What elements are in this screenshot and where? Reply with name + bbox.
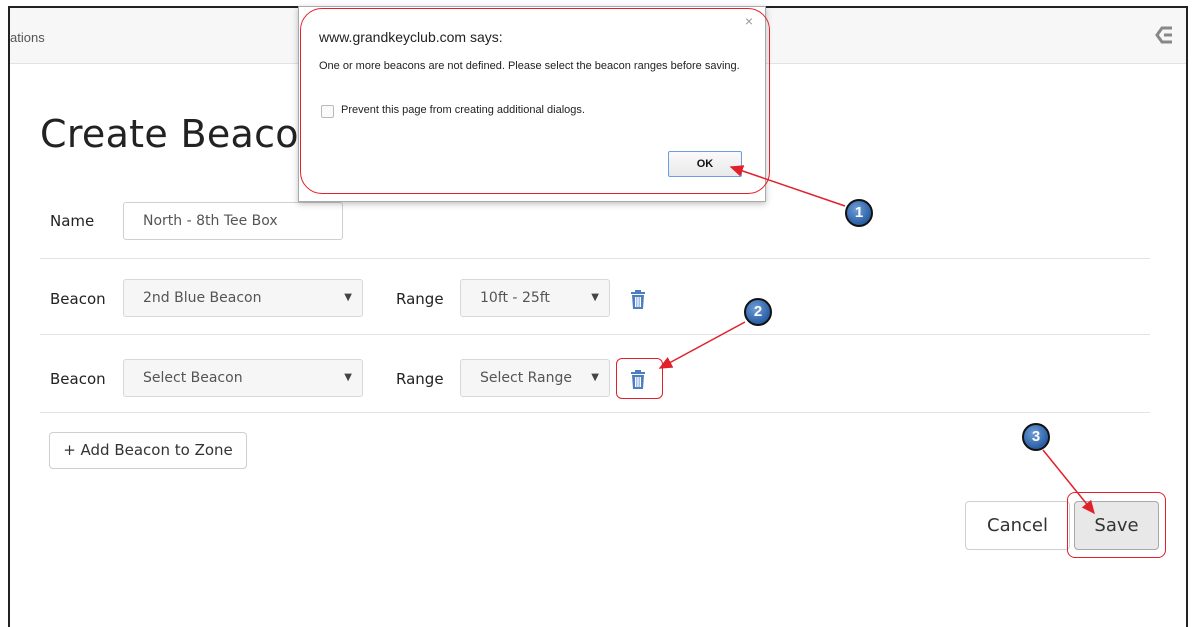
annotation-arrow-3 (1042, 449, 1095, 515)
step-badge-1: 1 (845, 199, 873, 227)
step-badge-2: 2 (744, 298, 772, 326)
annotation-arrows (658, 165, 1095, 515)
annotation-arrow-1 (729, 165, 846, 207)
step-badge-3: 3 (1022, 423, 1050, 451)
annotation-arrow-2 (658, 321, 746, 369)
